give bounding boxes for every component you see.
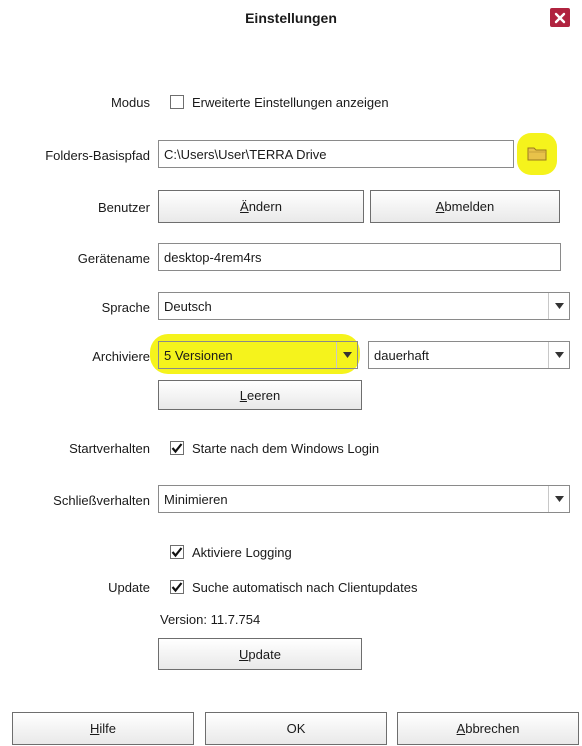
ok-label: OK: [286, 721, 306, 736]
device-name-value: desktop-4rem4rs: [164, 249, 262, 265]
modus-label: Modus: [110, 95, 150, 110]
folders-path-value: C:\Users\User\TERRA Drive: [164, 146, 327, 162]
language-value: Deutsch: [164, 298, 212, 314]
update-button[interactable]: Update: [158, 638, 362, 670]
folder-icon: [527, 147, 547, 161]
change-user-label: ndern: [248, 199, 282, 214]
archiviere-label: Archiviere: [92, 349, 150, 364]
checkmark-icon: [171, 582, 183, 593]
logout-label: bmelden: [444, 199, 495, 214]
checkmark-icon: [171, 443, 183, 454]
geraetename-label: Gerätename: [77, 251, 150, 266]
versions-select[interactable]: 5 Versionen: [158, 341, 358, 369]
cancel-mnemonic: A: [456, 721, 466, 736]
folders-label: Folders-Basispfad: [45, 148, 150, 163]
help-label: ilfe: [99, 721, 116, 736]
start-checkbox-label: Starte nach dem Windows Login: [192, 441, 380, 456]
clear-button[interactable]: Leeren: [158, 380, 362, 410]
folders-path-field[interactable]: C:\Users\User\TERRA Drive: [158, 140, 514, 168]
cancel-button[interactable]: Abbrechen: [397, 712, 579, 745]
clear-label: eeren: [246, 387, 281, 403]
chevron-down-icon: [336, 342, 357, 368]
close-behavior-value: Minimieren: [164, 491, 228, 507]
chevron-down-icon: [548, 486, 569, 512]
logging-checkbox[interactable]: [170, 545, 184, 559]
duration-value: dauerhaft: [374, 347, 429, 363]
start-checkbox[interactable]: [170, 441, 184, 455]
version-text: Version: 11.7.754: [160, 612, 261, 627]
update-label: Update: [108, 580, 150, 595]
autoupdate-checkbox-label: Suche automatisch nach Clientupdates: [192, 580, 418, 595]
help-button[interactable]: Hilfe: [12, 712, 194, 745]
help-mnemonic: H: [89, 721, 100, 736]
change-user-mnemonic: Ä: [240, 199, 249, 214]
chevron-down-icon: [548, 293, 569, 319]
duration-select[interactable]: dauerhaft: [368, 341, 570, 369]
language-select[interactable]: Deutsch: [158, 292, 570, 320]
startverhalten-label: Startverhalten: [69, 441, 150, 456]
change-user-button[interactable]: Ändern: [158, 190, 364, 223]
ok-button[interactable]: OK: [205, 712, 387, 745]
logout-button[interactable]: Abmelden: [370, 190, 560, 223]
cancel-label: bbrechen: [465, 721, 520, 736]
update-mnemonic: U: [239, 646, 249, 662]
sprache-label: Sprache: [101, 300, 150, 315]
browse-folder-button[interactable]: [526, 144, 548, 162]
close-behavior-select[interactable]: Minimieren: [158, 485, 570, 513]
schliessverhalten-label: Schließverhalten: [53, 493, 150, 508]
checkmark-icon: [171, 547, 183, 558]
versions-value: 5 Versionen: [164, 347, 233, 363]
close-icon: [554, 12, 566, 23]
close-button[interactable]: [550, 8, 570, 27]
chevron-down-icon: [548, 342, 569, 368]
logging-checkbox-label: Aktiviere Logging: [192, 545, 292, 560]
dialog-title: Einstellungen: [245, 10, 337, 26]
modus-checkbox[interactable]: [170, 95, 184, 109]
autoupdate-checkbox[interactable]: [170, 580, 184, 594]
clear-mnemonic: L: [239, 387, 247, 403]
modus-checkbox-label: Erweiterte Einstellungen anzeigen: [192, 95, 389, 110]
device-name-field[interactable]: desktop-4rem4rs: [158, 243, 561, 271]
benutzer-label: Benutzer: [97, 200, 150, 215]
update-button-label: pdate: [248, 646, 281, 662]
